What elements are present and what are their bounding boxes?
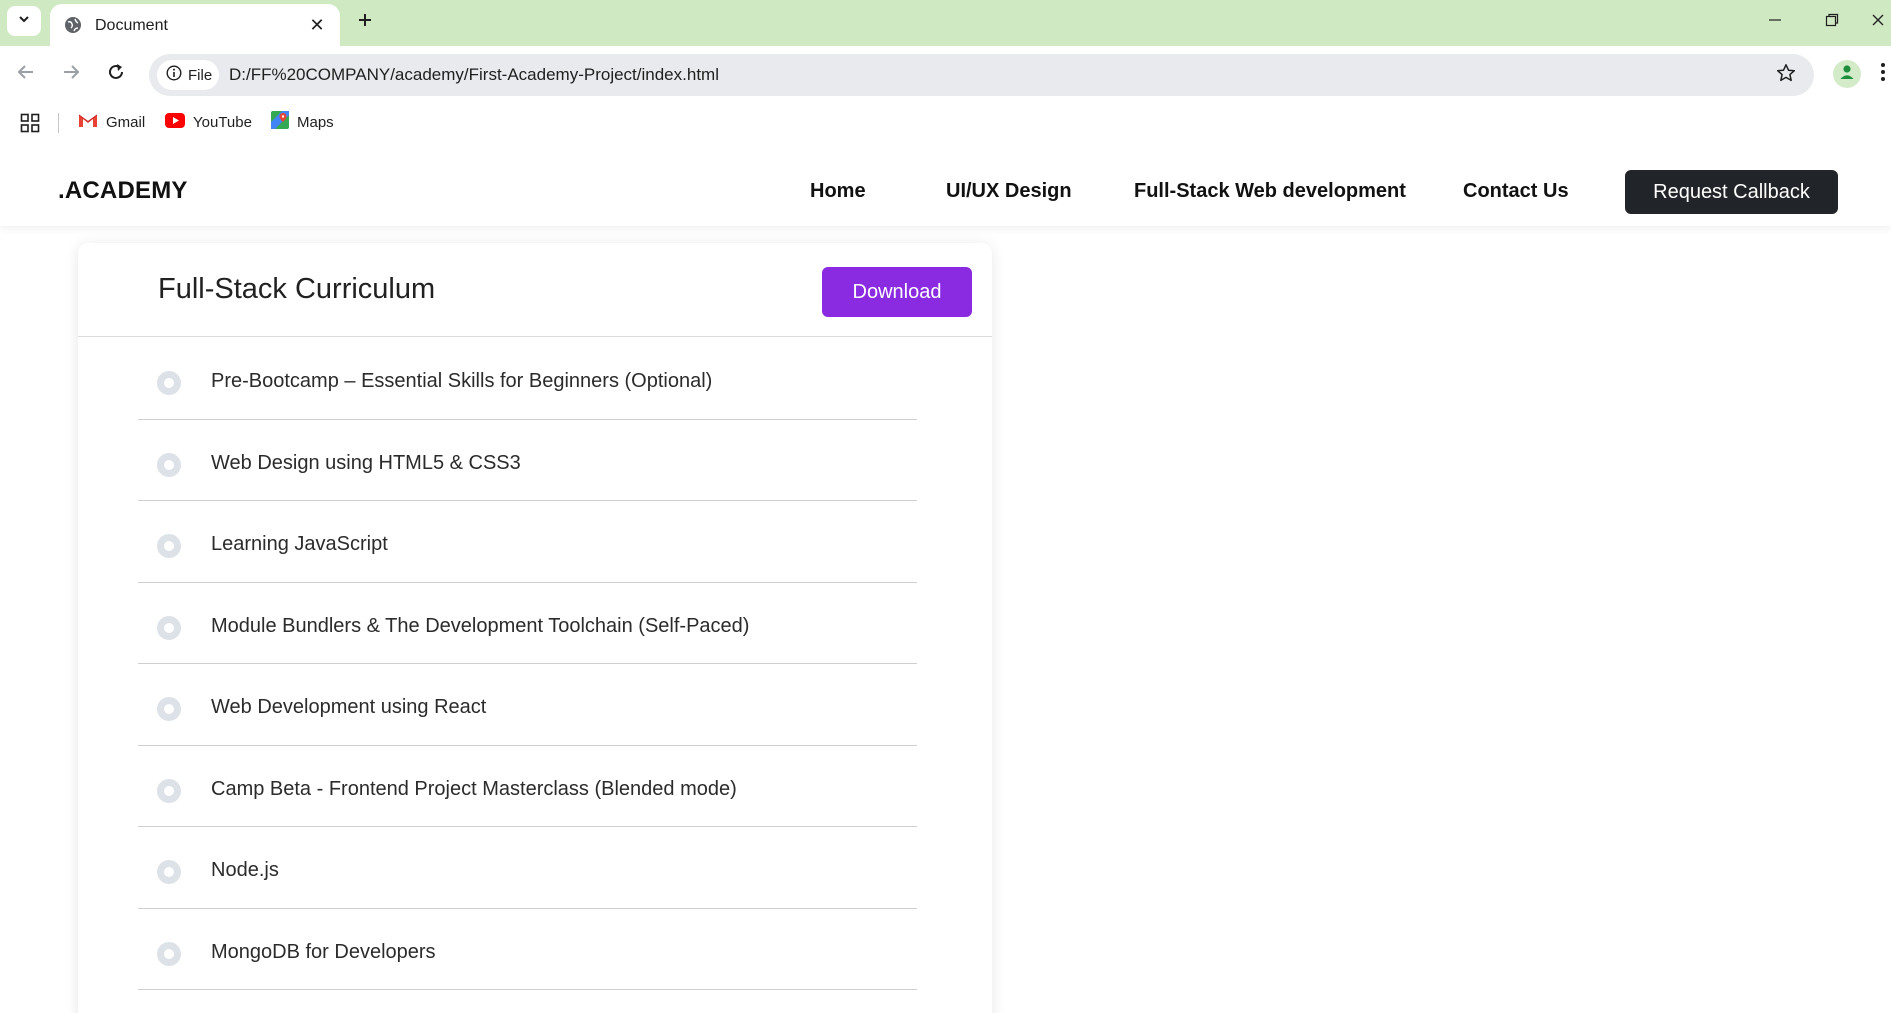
site-info-chip[interactable]: File — [157, 60, 219, 90]
radio-dot-icon — [157, 615, 181, 640]
module-label: Pre-Bootcamp – Essential Skills for Begi… — [211, 370, 713, 392]
tab-title: Document — [95, 17, 168, 34]
curriculum-module[interactable]: Node.js — [138, 827, 917, 909]
radio-dot-icon — [157, 941, 181, 966]
radio-dot-icon — [157, 534, 181, 558]
reload-icon — [107, 63, 125, 86]
module-label: MongoDB for Developers — [211, 940, 436, 963]
minimize-button[interactable] — [1755, 8, 1795, 36]
page-viewport: .ACADEMY Home UI/UX Design Full-Stack We… — [0, 148, 1891, 1013]
bookmarks-divider — [58, 113, 59, 133]
module-label: Web Design using HTML5 & CSS3 — [211, 451, 521, 474]
nav-link-ui-ux-design[interactable]: UI/UX Design — [946, 180, 1072, 203]
restore-button[interactable] — [1812, 8, 1852, 36]
arrow-right-icon — [62, 63, 80, 86]
restore-icon — [1825, 13, 1839, 32]
curriculum-card: Full-Stack Curriculum Download Pre-Bootc… — [78, 243, 992, 1013]
star-icon — [1776, 63, 1796, 88]
bookmark-label: YouTube — [193, 113, 252, 131]
radio-dot-icon — [157, 452, 181, 477]
chevron-down-icon — [17, 12, 31, 31]
download-button[interactable]: Download — [822, 267, 972, 317]
curriculum-module[interactable]: MongoDB for Developers — [138, 909, 917, 990]
curriculum-module[interactable]: Web Development using React — [138, 664, 917, 746]
youtube-icon — [165, 112, 185, 132]
curriculum-module[interactable]: Web Design using HTML5 & CSS3 — [138, 420, 917, 501]
tab-strip: Document ✕ — [0, 0, 1891, 46]
request-callback-button[interactable]: Request Callback — [1625, 170, 1838, 214]
radio-dot-icon — [157, 778, 181, 803]
nav-link-contact-us[interactable]: Contact Us — [1463, 180, 1569, 203]
radio-dot-icon — [157, 371, 181, 395]
plus-icon — [357, 12, 373, 33]
bookmark-star-button[interactable] — [1774, 63, 1798, 87]
reload-button[interactable] — [102, 60, 130, 88]
maps-icon — [271, 111, 289, 133]
info-icon — [166, 64, 182, 86]
minimize-icon — [1768, 13, 1782, 32]
arrow-left-icon — [17, 63, 35, 86]
browser-menu-button[interactable] — [1880, 60, 1891, 88]
close-window-button[interactable] — [1865, 8, 1891, 36]
close-icon — [1871, 13, 1885, 32]
tab-search-button[interactable] — [7, 6, 41, 36]
site-logo[interactable]: .ACADEMY — [58, 177, 188, 205]
bookmark-label: Gmail — [106, 113, 146, 131]
module-label: Learning JavaScript — [211, 533, 388, 555]
site-header: .ACADEMY Home UI/UX Design Full-Stack We… — [0, 148, 1891, 226]
more-vert-icon — [1880, 62, 1886, 87]
close-tab-icon[interactable]: ✕ — [305, 13, 329, 37]
site-chip-label: File — [188, 66, 213, 84]
curriculum-module[interactable]: Camp Beta - Frontend Project Masterclass… — [138, 746, 917, 827]
person-icon — [1838, 63, 1856, 86]
curriculum-module[interactable]: Learning JavaScript — [138, 501, 917, 583]
module-label: Camp Beta - Frontend Project Masterclass… — [211, 777, 737, 800]
nav-link-full-stack[interactable]: Full-Stack Web development — [1134, 180, 1406, 203]
browser-toolbar: File D:/FF%20COMPANY/academy/First-Acade… — [0, 46, 1891, 102]
new-tab-button[interactable] — [351, 8, 379, 36]
bookmarks-bar: Gmail YouTube Maps — [0, 102, 1891, 142]
forward-button[interactable] — [57, 60, 85, 88]
browser-tab[interactable]: Document ✕ — [50, 4, 340, 46]
curriculum-module[interactable]: Module Bundlers & The Development Toolch… — [138, 583, 917, 664]
module-label: Module Bundlers & The Development Toolch… — [211, 614, 750, 637]
module-label: Web Development using React — [211, 696, 487, 718]
apps-grid-icon[interactable] — [20, 113, 40, 133]
back-button[interactable] — [12, 60, 40, 88]
curriculum-header: Full-Stack Curriculum Download — [78, 243, 992, 337]
curriculum-title: Full-Stack Curriculum — [158, 273, 436, 305]
bookmark-maps[interactable]: Maps — [271, 109, 334, 135]
radio-dot-icon — [157, 697, 181, 721]
bookmark-youtube[interactable]: YouTube — [165, 109, 252, 135]
profile-button[interactable] — [1833, 60, 1861, 88]
radio-dot-icon — [157, 860, 181, 884]
nav-link-home[interactable]: Home — [810, 180, 866, 203]
url-text[interactable]: D:/FF%20COMPANY/academy/First-Academy-Pr… — [229, 65, 719, 85]
curriculum-list: Pre-Bootcamp – Essential Skills for Begi… — [138, 338, 917, 990]
address-bar[interactable]: File D:/FF%20COMPANY/academy/First-Acade… — [149, 54, 1814, 96]
globe-icon — [64, 16, 82, 34]
bookmark-gmail[interactable]: Gmail — [78, 109, 145, 135]
bookmark-label: Maps — [297, 113, 334, 131]
gmail-icon — [78, 112, 98, 132]
curriculum-module[interactable]: Pre-Bootcamp – Essential Skills for Begi… — [138, 338, 917, 420]
module-label: Node.js — [211, 859, 279, 881]
